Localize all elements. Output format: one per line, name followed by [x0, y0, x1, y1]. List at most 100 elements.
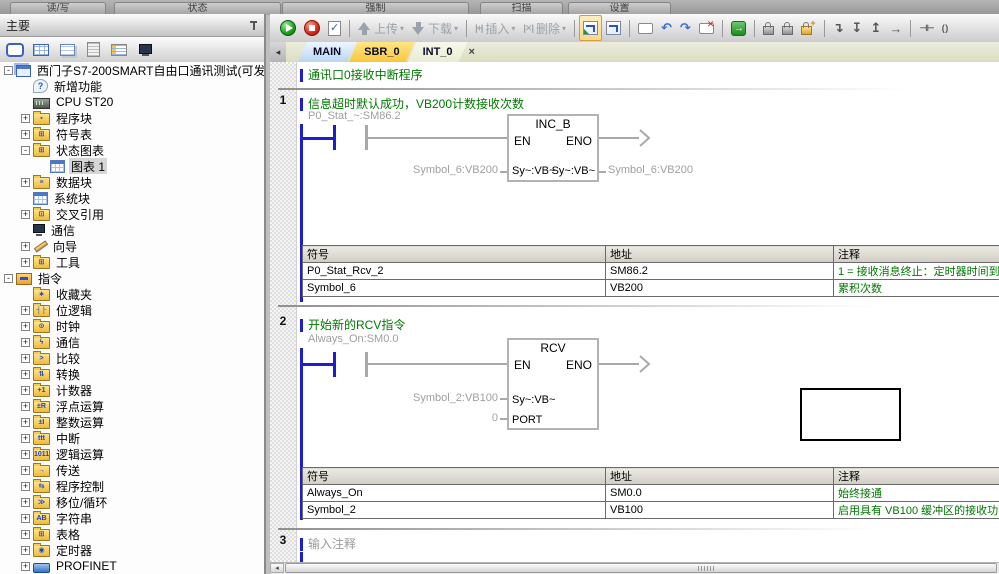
data-block-button[interactable] — [82, 40, 104, 60]
network-3-comment-placeholder[interactable]: 输入注释 — [308, 535, 356, 552]
delete-button[interactable]: |✕|删除▾ — [519, 15, 570, 41]
tree-item[interactable]: +⊞工具 — [0, 254, 264, 270]
chart-status-button[interactable] — [602, 15, 625, 41]
expand-icon[interactable]: + — [21, 338, 30, 347]
tree-item[interactable]: +>比较 — [0, 350, 264, 366]
previous-bookmark-button[interactable]: ↶ — [657, 15, 676, 41]
goto-button[interactable]: → — [727, 15, 750, 41]
tree-item[interactable]: -指令 — [0, 270, 264, 286]
expand-icon[interactable]: + — [21, 258, 30, 267]
pin-icon[interactable] — [249, 20, 258, 31]
rcv-instruction-box[interactable]: RCV EN ENO Sy~:VB~ PORT — [507, 338, 599, 430]
tree-item[interactable]: ?新增功能 — [0, 78, 264, 94]
tree-item[interactable]: +≡数据块 — [0, 174, 264, 190]
cross-reference-button[interactable] — [108, 40, 130, 60]
contact-left-leg[interactable] — [333, 352, 336, 377]
tree-item[interactable]: +→传送 — [0, 462, 264, 478]
tree-item[interactable]: +AB字符串 — [0, 510, 264, 526]
expand-icon[interactable]: + — [21, 322, 30, 331]
download-button[interactable]: 下载▾ — [408, 15, 462, 41]
tree-item[interactable]: ++1计数器 — [0, 382, 264, 398]
network-1-contact-operand[interactable]: P0_Stat_~:SM86.2 — [308, 110, 401, 122]
communications-button[interactable] — [134, 40, 156, 60]
tree-item[interactable]: -⊞状态图表 — [0, 142, 264, 158]
expand-icon[interactable]: + — [21, 498, 30, 507]
tab-scroll-left-icon[interactable]: ◂ — [270, 42, 286, 62]
program-status-button[interactable] — [579, 15, 602, 41]
symbol-table-row[interactable]: Always_OnSM0.0始终接通 — [303, 485, 999, 502]
expand-icon[interactable]: + — [21, 546, 30, 555]
tree-item[interactable]: +±R浮点运算 — [0, 398, 264, 414]
next-bookmark-button[interactable]: ↷ — [676, 15, 695, 41]
branch-merge-button[interactable]: ↧ — [848, 15, 867, 41]
expand-icon[interactable]: + — [21, 418, 30, 427]
dropdown-arrow-icon[interactable]: ▾ — [511, 24, 515, 33]
tree-item[interactable]: +⊞符号表 — [0, 126, 264, 142]
tree-item[interactable]: +⇅转换 — [0, 366, 264, 382]
expand-icon[interactable]: + — [21, 402, 30, 411]
dropdown-arrow-icon[interactable]: ▾ — [454, 24, 458, 33]
expand-icon[interactable]: + — [21, 306, 30, 315]
tree-item[interactable]: +ϟ通信 — [0, 334, 264, 350]
expand-icon[interactable]: + — [21, 210, 30, 219]
tree-item[interactable]: +⊡交叉引用 — [0, 206, 264, 222]
expand-icon[interactable]: + — [21, 130, 30, 139]
status-chart-button[interactable] — [56, 40, 78, 60]
dropdown-arrow-icon[interactable]: ▾ — [562, 24, 566, 33]
tree-item[interactable]: +≫移位/循环 — [0, 494, 264, 510]
tree-item[interactable]: +⇆程序控制 — [0, 478, 264, 494]
collapse-icon[interactable]: - — [21, 146, 30, 155]
tree-item[interactable]: +向导 — [0, 238, 264, 254]
insert-button[interactable]: |+|插入▾ — [471, 15, 519, 41]
tree-item[interactable]: +PROFINET — [0, 558, 264, 574]
tree-item[interactable]: +⊙时钟 — [0, 318, 264, 334]
network-1-out-operand[interactable]: Symbol_6:VB200 — [608, 164, 693, 176]
network-2-port-operand[interactable]: 0 — [388, 412, 498, 424]
run-button[interactable] — [276, 15, 300, 41]
branch-down-button[interactable]: ↴ — [829, 15, 848, 41]
network-2-contact-operand[interactable]: Always_On:SM0.0 — [308, 333, 398, 345]
inc-b-instruction-box[interactable]: INC_B EN ENO Sy~:VB~ Sy~:VB~ — [507, 114, 599, 182]
tree-item[interactable]: +┤├位逻辑 — [0, 302, 264, 318]
tree-item[interactable]: +◉定时器 — [0, 542, 264, 558]
collapse-icon[interactable]: - — [4, 66, 13, 75]
dropdown-arrow-icon[interactable]: ▾ — [400, 24, 404, 33]
expand-icon[interactable]: + — [21, 242, 30, 251]
tab-int_0[interactable]: INT_0 — [408, 42, 468, 62]
network-2-comment[interactable]: 开始新的RCV指令 — [308, 316, 405, 333]
expand-icon[interactable]: + — [21, 178, 30, 187]
expand-icon[interactable]: + — [21, 514, 30, 523]
tree-item[interactable]: +1011逻辑运算 — [0, 446, 264, 462]
expand-icon[interactable]: + — [21, 450, 30, 459]
expand-icon[interactable]: + — [21, 114, 30, 123]
scrollbar-thumb[interactable] — [285, 563, 997, 573]
expand-icon[interactable]: + — [21, 354, 30, 363]
expand-icon[interactable]: + — [21, 370, 30, 379]
tree-item[interactable]: +ttt中断 — [0, 430, 264, 446]
expand-icon[interactable]: + — [21, 466, 30, 475]
network-1-in-operand[interactable]: Symbol_6:VB200 — [388, 164, 498, 176]
tree-item[interactable]: 图表 1 — [0, 158, 264, 174]
compile-button[interactable]: ✓ — [324, 15, 345, 41]
expand-icon[interactable]: + — [21, 530, 30, 539]
tree-item[interactable]: +▪程序块 — [0, 110, 264, 126]
expand-icon[interactable]: + — [21, 562, 30, 571]
symbol-table-row[interactable]: Symbol_6VB200累积次数 — [303, 280, 999, 297]
insert-network-button[interactable] — [634, 15, 657, 41]
scrollbar-left-arrow[interactable]: ◂ — [270, 563, 284, 573]
contact-left-leg[interactable] — [333, 125, 336, 150]
tree-item[interactable]: ∗收藏夹 — [0, 286, 264, 302]
expand-icon[interactable]: + — [21, 434, 30, 443]
network-2-tbl-operand[interactable]: Symbol_2:VB100 — [388, 392, 498, 404]
symbol-table-row[interactable]: P0_Stat_Rcv_2SM86.21 = 接收消息终止：定时器时间到 — [303, 263, 999, 280]
tab-sbr_0[interactable]: SBR_0 — [349, 42, 414, 62]
tree-item[interactable]: 系统块 — [0, 190, 264, 206]
tree-item[interactable]: +±I整数运算 — [0, 414, 264, 430]
expand-icon[interactable]: + — [21, 482, 30, 491]
tree-item[interactable]: +⊞表格 — [0, 526, 264, 542]
insert-contact-button[interactable]: ⊣⊢ — [915, 15, 937, 41]
add-lock-button[interactable]: + — [797, 15, 819, 41]
line-right-button[interactable]: → — [885, 15, 906, 41]
symbol-table-row[interactable]: Symbol_2VB100启用具有 VB100 缓冲区的接收功能框 — [303, 502, 999, 519]
tab-close-icon[interactable]: × — [469, 42, 475, 62]
